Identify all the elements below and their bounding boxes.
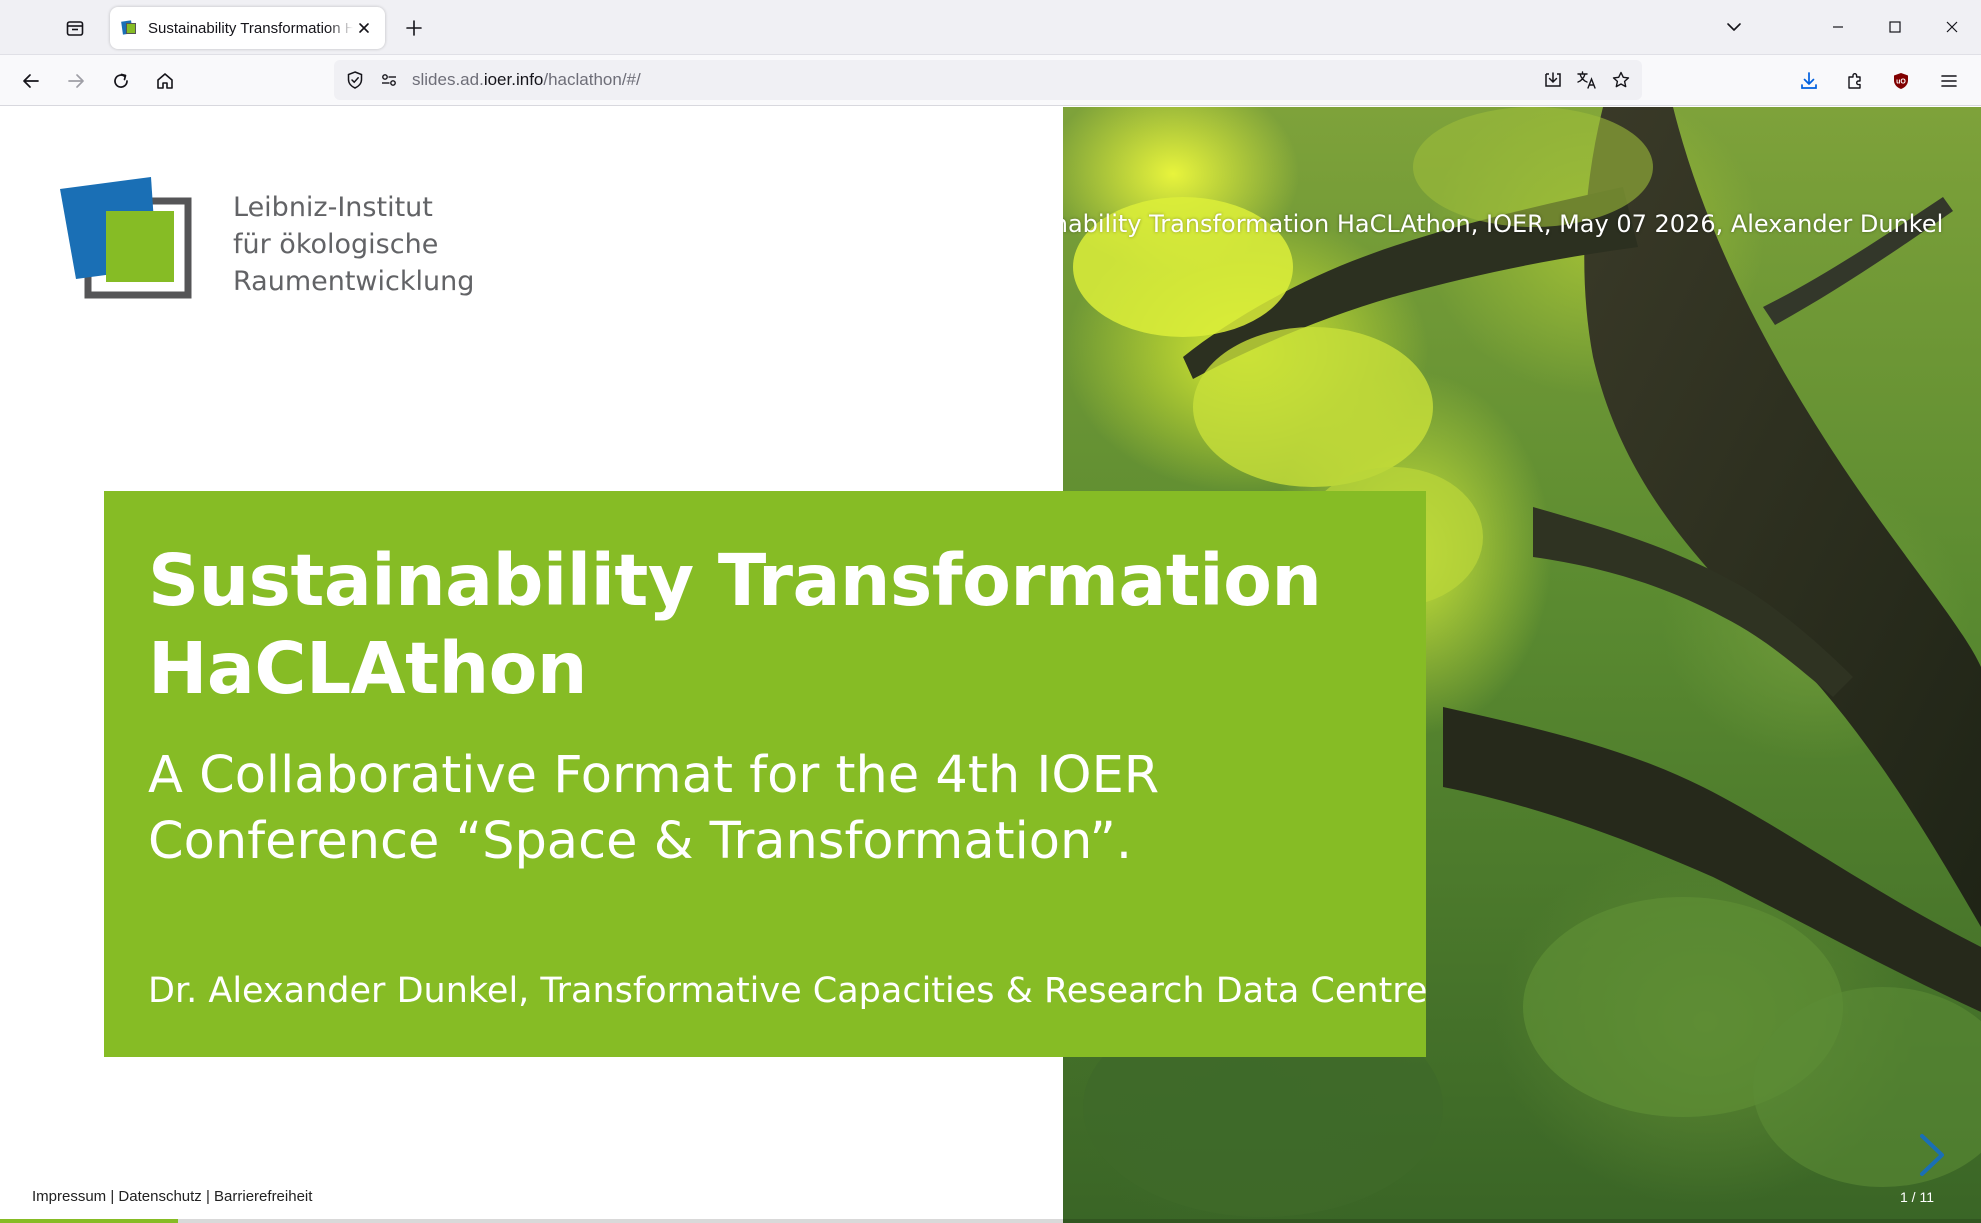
ublock-shield-icon: uO [1894, 73, 1908, 89]
ioer-logo: Leibniz-Institut für ökologische Raument… [58, 171, 478, 301]
home-icon [157, 73, 173, 89]
slide-subtitle: A Collaborative Format for the 4th IOER … [148, 743, 1248, 875]
tab-title: Sustainability Transformation HaCLAthon [148, 19, 353, 37]
slide-title-line-1: Sustainability Transformation [148, 539, 1322, 622]
tracking-protection-shield-icon[interactable] [344, 69, 366, 91]
arrow-right-icon [68, 74, 84, 88]
active-tab[interactable]: Sustainability Transformation HaCLAthon [110, 7, 385, 49]
home-button[interactable] [148, 64, 182, 98]
impressum-link[interactable]: Impressum [32, 1188, 106, 1205]
tab-bar: Sustainability Transformation HaCLAthon [0, 0, 1981, 55]
url-prefix: slides.ad. [412, 70, 484, 89]
close-icon [359, 23, 369, 33]
navigation-toolbar: slides.ad.ioer.info/haclathon/#/ uO [0, 55, 1981, 106]
header-caption-container: Sustainability Transformation HaCLAthon,… [1063, 107, 1981, 307]
tab-list-button[interactable] [58, 12, 92, 44]
maximize-button[interactable] [1875, 10, 1915, 44]
minimize-icon [1833, 26, 1843, 28]
minimize-button[interactable] [1818, 10, 1858, 44]
translate-icon[interactable] [1576, 69, 1598, 91]
ublock-origin-button[interactable]: uO [1884, 64, 1918, 98]
save-to-pocket-icon[interactable] [1542, 69, 1564, 91]
hamburger-menu-icon [1941, 75, 1957, 87]
close-icon [1946, 21, 1958, 33]
extensions-button[interactable] [1838, 64, 1872, 98]
barrierefreiheit-link[interactable]: Barrierefreiheit [214, 1188, 312, 1205]
slide-number-total: 11 [1919, 1189, 1935, 1205]
list-all-tabs-button[interactable] [1714, 10, 1754, 44]
datenschutz-link[interactable]: Datenschutz [118, 1188, 201, 1205]
slide-title-line-2: HaCLAthon [148, 627, 587, 710]
address-bar[interactable]: slides.ad.ioer.info/haclathon/#/ [334, 60, 1642, 100]
arrow-left-icon [23, 74, 39, 88]
slide-number-separator: / [1907, 1189, 1920, 1205]
bookmark-star-icon[interactable] [1610, 69, 1632, 91]
tab-close-button[interactable] [353, 17, 375, 39]
reload-icon [114, 73, 128, 88]
puzzle-icon [1848, 73, 1861, 89]
downloads-button[interactable] [1792, 64, 1826, 98]
maximize-icon [1889, 21, 1901, 33]
close-window-button[interactable] [1932, 10, 1972, 44]
slide-viewport: Sustainability Transformation HaCLAthon,… [0, 107, 1981, 1223]
logo-line-2: für ökologische [233, 229, 439, 260]
footer-separator: | [201, 1188, 215, 1205]
slide-number: 1 / 11 [1900, 1189, 1934, 1205]
footer-links: Impressum | Datenschutz | Barrierefreihe… [32, 1188, 312, 1205]
forward-button[interactable] [59, 64, 93, 98]
plus-icon [406, 20, 422, 36]
download-icon [1801, 72, 1817, 89]
next-slide-button[interactable] [1912, 1130, 1952, 1180]
title-box: Sustainability Transformation HaCLAthon … [104, 491, 1428, 1057]
new-tab-button[interactable] [398, 12, 430, 44]
tab-list-icon [66, 21, 84, 36]
logo-line-1: Leibniz-Institut [233, 192, 433, 223]
ioer-logo-mark [60, 177, 192, 299]
header-caption: Sustainability Transformation HaCLAthon,… [1063, 210, 1944, 238]
slide-progress-bar [0, 1219, 1981, 1223]
url-text[interactable]: slides.ad.ioer.info/haclathon/#/ [412, 70, 641, 90]
ioer-logo-text: Leibniz-Institut für ökologische Raument… [233, 189, 474, 300]
logo-line-3: Raumentwicklung [233, 266, 475, 297]
chevron-down-icon [1727, 23, 1741, 31]
url-domain: ioer.info [483, 70, 544, 89]
slide-author: Dr. Alexander Dunkel, Transformative Cap… [148, 971, 1428, 1011]
app-menu-button[interactable] [1932, 64, 1966, 98]
reload-button[interactable] [104, 64, 138, 98]
site-favicon-icon [121, 20, 138, 36]
svg-text:uO: uO [1896, 79, 1906, 86]
slide-title: Sustainability Transformation HaCLAthon [148, 537, 1322, 713]
site-permissions-icon[interactable] [378, 69, 400, 91]
slide-subtitle-line-2: Conference “Space & Transformation”. [148, 812, 1133, 871]
slide-progress-fill [0, 1219, 179, 1223]
footer-separator: | [106, 1188, 119, 1205]
chevron-right-icon [1920, 1134, 1944, 1176]
back-button[interactable] [14, 64, 48, 98]
slide-number-current: 1 [1900, 1189, 1908, 1205]
url-path: /haclathon/#/ [543, 70, 641, 89]
slide-subtitle-line-1: A Collaborative Format for the 4th IOER [148, 746, 1160, 805]
